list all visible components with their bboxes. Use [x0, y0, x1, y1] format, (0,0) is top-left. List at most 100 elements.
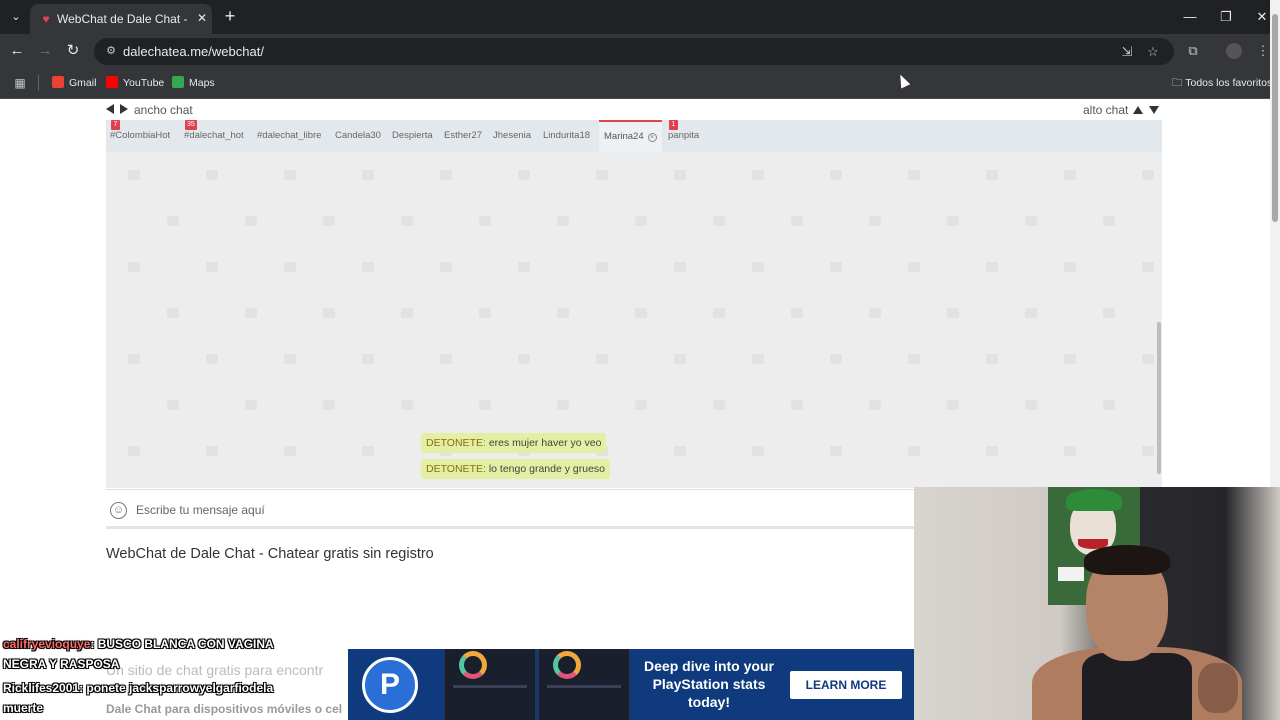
bookmark-gmail[interactable]: Gmail [52, 75, 96, 93]
chat-pattern-icon [518, 354, 530, 364]
chat-pattern-icon [1064, 354, 1076, 364]
chat-pattern-icon [947, 400, 959, 410]
chat-pattern-icon [206, 262, 218, 272]
chat-pattern-icon [128, 170, 140, 180]
chat-pattern-icon [284, 446, 296, 456]
profile-avatar[interactable] [1226, 43, 1242, 59]
bookmark-maps[interactable]: Maps [172, 75, 215, 93]
chat-pattern-icon [908, 170, 920, 180]
all-bookmarks-folder[interactable]: 🗀 Todos los favoritos [1172, 75, 1272, 91]
ad-p-logo: P [362, 657, 418, 713]
browser-tab-active[interactable]: ♥ WebChat de Dale Chat - Chatea ✕ [30, 4, 212, 34]
extensions-puzzle-icon[interactable]: ⧉ [1183, 41, 1203, 61]
chat-pattern-icon [128, 262, 140, 272]
message-nick[interactable]: DETONETE: [426, 437, 486, 449]
page-scrollbar-thumb[interactable] [1272, 14, 1278, 222]
new-tab-plus-icon[interactable]: + [220, 6, 240, 26]
bookmark-star-icon[interactable]: ☆ [1144, 43, 1162, 61]
chat-pattern-icon [284, 170, 296, 180]
chat-pattern-icon [479, 216, 491, 226]
chat-pattern-icon [128, 354, 140, 364]
back-arrow-icon[interactable]: ← [7, 41, 27, 61]
bookmark-youtube[interactable]: YouTube [106, 75, 164, 93]
height-decrease-arrow-icon[interactable] [1149, 106, 1160, 114]
chat-pattern-icon [908, 354, 920, 364]
chat-pattern-icon [362, 354, 374, 364]
chat-tab-marina24[interactable]: Marina24 × [599, 120, 662, 152]
chat-pattern-icon [167, 400, 179, 410]
width-increase-arrow-icon[interactable] [120, 104, 128, 114]
install-app-icon[interactable]: ⇲ [1118, 43, 1136, 61]
site-info-icon[interactable]: ⚙ [104, 44, 118, 58]
apps-grid-icon[interactable]: ▦ [12, 75, 28, 91]
chat-pattern-icon [245, 216, 257, 226]
restore-icon[interactable]: ❐ [1213, 6, 1239, 28]
ad-screenshot-lines [453, 685, 527, 688]
minimize-icon[interactable]: — [1177, 6, 1203, 28]
chat-tab-despierta[interactable]: Despierta [392, 120, 433, 152]
chat-pattern-icon [518, 170, 530, 180]
stream-comment: califryevioquye: BUSCO BLANCA CON VAGINA [3, 637, 274, 651]
emoji-smiley-icon[interactable]: ☺ [110, 502, 127, 519]
chat-tab-lindurita18[interactable]: Lindurita18 [543, 120, 590, 152]
chat-pattern-icon [518, 262, 530, 272]
chat-pattern-icon [167, 216, 179, 226]
unread-badge: 35 [185, 120, 197, 130]
chat-tab-jhesenia[interactable]: Jhesenia [493, 120, 531, 152]
chat-pattern-icon [401, 308, 413, 318]
page-heading: WebChat de Dale Chat - Chatear gratis si… [106, 546, 434, 562]
chat-pattern-icon [206, 446, 218, 456]
dalechat-favicon-icon: ♥ [42, 12, 50, 26]
ad-banner[interactable]: P Deep dive into your PlayStation stats … [348, 649, 914, 720]
chat-tab-dalechat-libre[interactable]: #dalechat_libre [257, 120, 321, 152]
chat-height-control: alto chat [1083, 103, 1160, 117]
chat-pattern-icon [947, 216, 959, 226]
stream-comment: Ricklifes2001: ponete jacksparrowyelgarf… [3, 681, 274, 695]
chat-pattern-icon [167, 308, 179, 318]
gmail-icon [52, 76, 64, 88]
chat-pattern-icon [362, 262, 374, 272]
address-bar[interactable]: ⚙ dalechatea.me/webchat/ ⇲ ☆ [94, 38, 1174, 65]
chat-pattern-icon [362, 170, 374, 180]
chat-pattern-icon [791, 216, 803, 226]
chat-pattern-icon [440, 170, 452, 180]
chat-pattern-icon [986, 446, 998, 456]
chat-pattern-icon [323, 400, 335, 410]
chat-scrollbar-thumb[interactable] [1157, 322, 1161, 474]
chat-pattern-icon [1025, 400, 1037, 410]
browser-tabstrip: ⌄ ♥ WebChat de Dale Chat - Chatea ✕ + — … [0, 0, 1280, 34]
url-text[interactable]: dalechatea.me/webchat/ [123, 44, 264, 59]
chat-pattern-icon [830, 354, 842, 364]
chat-pattern-icon [479, 400, 491, 410]
chat-pattern-icon [284, 354, 296, 364]
reload-icon[interactable]: ↻ [63, 41, 83, 61]
tab-title: WebChat de Dale Chat - Chatea [57, 12, 189, 26]
chat-message: DETONETE: eres mujer haver yo veo [421, 433, 607, 453]
chat-room-tabs: #ColombiaHot 7 #dalechat_hot 35 #dalecha… [106, 120, 1162, 152]
close-tab-icon[interactable]: × [647, 133, 657, 142]
tab-close-icon[interactable]: ✕ [194, 10, 210, 26]
chat-pattern-icon [791, 400, 803, 410]
ad-learn-more-button[interactable]: LEARN MORE [790, 671, 902, 699]
chat-pattern-icon [596, 354, 608, 364]
chat-pattern-icon [323, 308, 335, 318]
stream-comment: NEGRA Y RASPOSA [3, 657, 120, 671]
width-decrease-arrow-icon[interactable] [106, 104, 114, 114]
chat-pattern-icon [869, 308, 881, 318]
chat-message: DETONETE: lo tengo grande y grueso [421, 459, 610, 479]
chat-pattern-icon [1142, 446, 1154, 456]
chat-pattern-icon [986, 354, 998, 364]
chat-pattern-icon [440, 262, 452, 272]
forward-arrow-icon[interactable]: → [35, 41, 55, 61]
message-text: eres mujer haver yo veo [488, 437, 602, 449]
chat-tab-candela30[interactable]: Candela30 [335, 120, 381, 152]
chat-tab-esther27[interactable]: Esther27 [444, 120, 482, 152]
chat-pattern-icon [245, 400, 257, 410]
message-nick[interactable]: DETONETE: [426, 463, 486, 475]
message-input[interactable] [136, 499, 906, 521]
chat-pattern-icon [401, 216, 413, 226]
chat-pattern-icon [440, 354, 452, 364]
height-increase-arrow-icon[interactable] [1133, 106, 1144, 114]
chat-pattern-icon [947, 308, 959, 318]
tab-search-chevron-icon[interactable]: ⌄ [6, 7, 26, 27]
